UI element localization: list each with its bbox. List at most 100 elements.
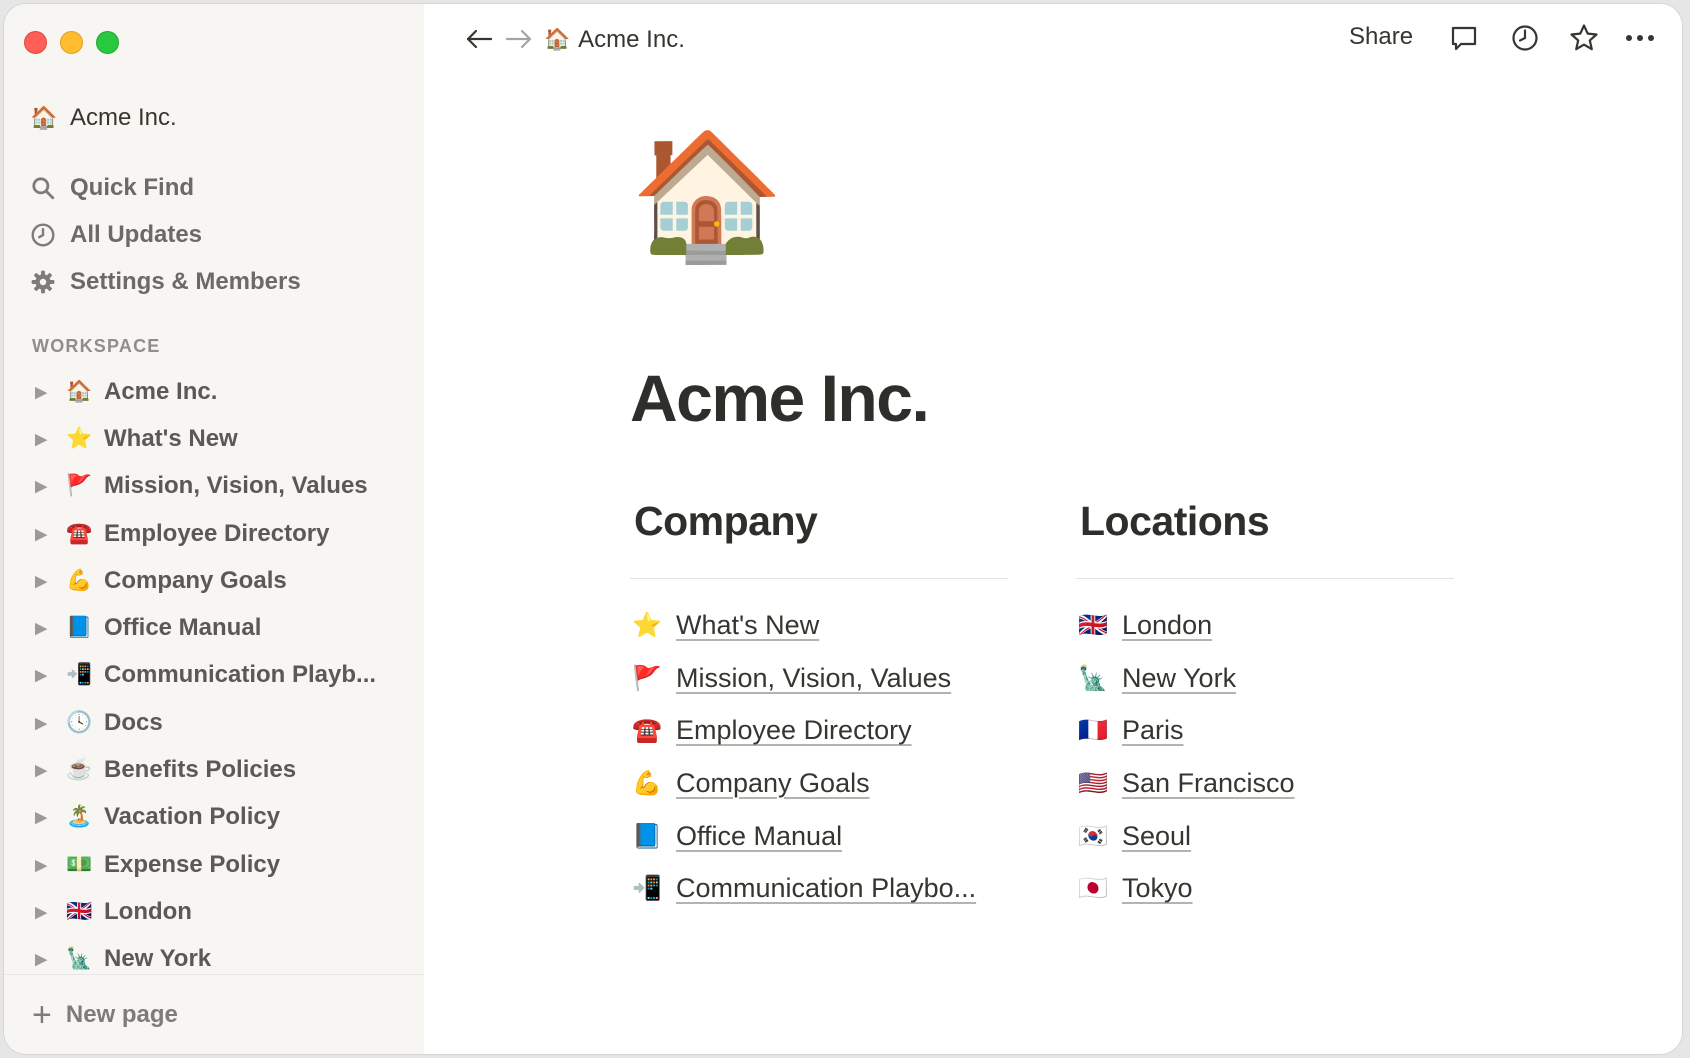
sidebar-item-acme-inc[interactable]: ▶ 🏠 Acme Inc. [30,368,420,415]
sidebar-item-label: Communication Playb... [104,661,377,689]
page-link-label[interactable]: What's New [676,610,819,641]
page-icon[interactable]: 🏠 [630,134,784,258]
page-link-label[interactable]: Office Manual [676,821,842,852]
expand-caret-icon[interactable]: ▶ [30,383,52,401]
sidebar-item-office-manual[interactable]: ▶ 📘 Office Manual [30,604,420,651]
search-icon [32,176,55,199]
minimize-window-button[interactable] [60,31,83,54]
page-link-label[interactable]: Seoul [1122,821,1191,852]
expand-caret-icon[interactable]: ▶ [30,666,52,684]
sidebar-item-benefits-policies[interactable]: ▶ ☕ Benefits Policies [30,746,420,793]
page-link-label[interactable]: Mission, Vision, Values [676,663,951,694]
locations-column: Locations 🇬🇧 London 🗽 New York 🇫🇷 Paris 🇺🇸 S… [1076,498,1456,915]
expand-caret-icon[interactable]: ▶ [30,761,52,779]
workspace-emoji-icon: 🏠 [30,105,58,130]
expand-caret-icon[interactable]: ▶ [30,430,52,448]
sidebar-item-expense-policy[interactable]: ▶ 💵 Expense Policy [30,841,420,888]
quick-find-button[interactable]: Quick Find [30,164,301,211]
sidebar-item-london[interactable]: ▶ 🇬🇧 London [30,888,420,935]
sidebar-item-employee-directory[interactable]: ▶ ☎️ Employee Directory [30,510,420,557]
expand-caret-icon[interactable]: ▶ [30,525,52,543]
page-link-label[interactable]: Communication Playbo... [676,873,976,904]
sidebar-item-label: Benefits Policies [104,756,297,784]
history-clock-icon[interactable] [1509,22,1541,54]
sidebar: 🏠 Acme Inc. Quick Find All Updates Setti… [4,4,424,1054]
money-icon: 💵 [66,852,93,876]
favorite-star-icon[interactable] [1568,22,1600,54]
workspace-switcher[interactable]: 🏠 Acme Inc. [30,104,177,132]
window-controls [24,31,119,54]
expand-caret-icon[interactable]: ▶ [30,808,52,826]
expand-caret-icon[interactable]: ▶ [30,477,52,495]
page-link-label[interactable]: London [1122,610,1212,641]
company-heading: Company [634,498,818,544]
star-icon: ⭐ [632,611,662,639]
page-link-whats-new[interactable]: ⭐ What's New [630,599,1010,652]
sidebar-item-label: Mission, Vision, Values [104,472,368,500]
island-icon: 🏝️ [66,805,93,829]
expand-caret-icon[interactable]: ▶ [30,714,52,732]
all-updates-label: All Updates [70,220,203,248]
page-link-tokyo[interactable]: 🇯🇵 Tokyo [1076,862,1456,915]
page-link-communication-playbook[interactable]: 📲 Communication Playbo... [630,862,1010,915]
sidebar-item-label: Employee Directory [104,519,330,547]
phone-arrow-icon: 📲 [632,875,662,903]
page-link-company-goals[interactable]: 💪 Company Goals [630,757,1010,810]
new-page-label: New page [65,1000,178,1028]
expand-caret-icon[interactable]: ▶ [30,572,52,590]
share-button[interactable]: Share [1349,23,1413,51]
page-link-office-manual[interactable]: 📘 Office Manual [630,810,1010,863]
page-link-london[interactable]: 🇬🇧 London [1076,599,1456,652]
zoom-window-button[interactable] [96,31,119,54]
page-link-label[interactable]: San Francisco [1122,768,1295,799]
page-link-label[interactable]: Company Goals [676,768,870,799]
sidebar-item-communication-playbook[interactable]: ▶ 📲 Communication Playb... [30,652,420,699]
back-arrow-icon[interactable] [464,24,494,54]
page-link-label[interactable]: Employee Directory [676,715,912,746]
locations-heading: Locations [1080,498,1270,544]
page-link-label[interactable]: New York [1122,663,1236,694]
expand-caret-icon[interactable]: ▶ [30,903,52,921]
page-link-label[interactable]: Paris [1122,715,1184,746]
forward-arrow-icon[interactable] [504,24,534,54]
breadcrumb-label: Acme Inc. [578,26,685,53]
sidebar-item-docs[interactable]: ▶ 🕓 Docs [30,699,420,746]
more-options-icon[interactable] [1624,22,1656,54]
settings-members-button[interactable]: Settings & Members [30,258,301,305]
sidebar-footer: + New page [4,974,424,1054]
main-content: 🏠 Acme Inc. Share 🏠 Acme Inc. Company ⭐ W… [424,4,1682,1054]
us-flag-icon: 🇺🇸 [1078,769,1108,797]
page-link-seoul[interactable]: 🇰🇷 Seoul [1076,810,1456,863]
expand-caret-icon[interactable]: ▶ [30,950,52,968]
gear-icon [31,270,55,293]
expand-caret-icon[interactable]: ▶ [30,619,52,637]
page-title[interactable]: Acme Inc. [630,360,930,436]
clock-icon [31,223,55,246]
sidebar-item-vacation-policy[interactable]: ▶ 🏝️ Vacation Policy [30,794,420,841]
page-link-paris[interactable]: 🇫🇷 Paris [1076,704,1456,757]
close-window-button[interactable] [24,31,47,54]
sidebar-item-company-goals[interactable]: ▶ 💪 Company Goals [30,557,420,604]
workspace-section-label: WORKSPACE [32,336,161,356]
page-link-employee-directory[interactable]: ☎️ Employee Directory [630,704,1010,757]
sidebar-item-whats-new[interactable]: ▶ ⭐ What's New [30,415,420,462]
expand-caret-icon[interactable]: ▶ [30,856,52,874]
sidebar-item-mission[interactable]: ▶ 🚩 Mission, Vision, Values [30,463,420,510]
topbar: 🏠 Acme Inc. Share [424,4,1682,74]
divider [630,578,1008,579]
divider [1076,578,1454,579]
breadcrumb[interactable]: 🏠 Acme Inc. [544,26,685,54]
page-link-new-york[interactable]: 🗽 New York [1076,652,1456,705]
page-tree: ▶ 🏠 Acme Inc. ▶ ⭐ What's New ▶ 🚩 Mission, Visi… [30,368,420,983]
page-link-mission[interactable]: 🚩 Mission, Vision, Values [630,652,1010,705]
all-updates-button[interactable]: All Updates [30,211,301,258]
comment-icon[interactable] [1448,22,1480,54]
plus-icon: + [32,995,52,1034]
new-page-button[interactable]: + New page [32,998,178,1032]
page-link-san-francisco[interactable]: 🇺🇸 San Francisco [1076,757,1456,810]
house-icon: 🏠 [66,379,93,403]
sidebar-item-label: Expense Policy [104,850,281,878]
page-link-label[interactable]: Tokyo [1122,873,1193,904]
korea-flag-icon: 🇰🇷 [1078,822,1108,850]
star-icon: ⭐ [66,426,93,450]
